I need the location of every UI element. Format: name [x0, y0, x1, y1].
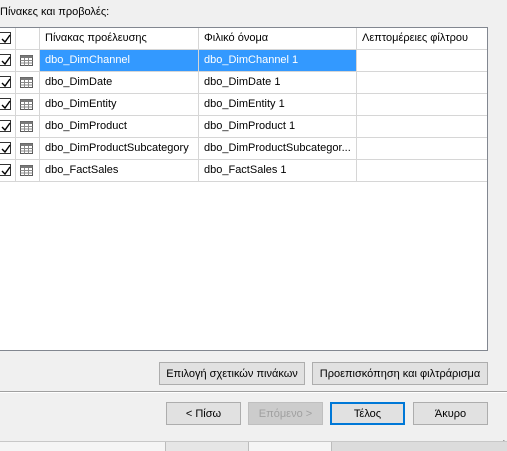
checkbox-checked-icon — [1, 34, 11, 44]
filter-details-cell[interactable] — [357, 116, 487, 138]
friendly-name-cell[interactable]: dbo_DimProductSubcategor... — [199, 138, 357, 160]
checkbox-checked-icon — [1, 78, 11, 88]
table-icon — [20, 77, 33, 88]
column-header-filter-details[interactable]: Λεπτομέρειες φίλτρου — [357, 28, 487, 50]
table-icon — [20, 99, 33, 110]
source-table-cell[interactable]: dbo_DimChannel — [40, 50, 199, 72]
friendly-name-cell[interactable]: dbo_DimDate 1 — [199, 72, 357, 94]
row-icon-cell — [16, 160, 40, 182]
table-row[interactable]: dbo_DimDate dbo_DimDate 1 — [0, 72, 487, 94]
table-row[interactable]: dbo_FactSales dbo_FactSales 1 — [0, 160, 487, 182]
row-checkbox[interactable] — [0, 76, 11, 88]
filter-details-cell[interactable] — [357, 50, 487, 72]
row-checkbox-cell[interactable] — [0, 116, 16, 138]
filter-details-cell[interactable] — [357, 160, 487, 182]
table-row[interactable]: dbo_DimProductSubcategory dbo_DimProduct… — [0, 138, 487, 160]
separator-highlight — [0, 392, 507, 393]
filter-details-cell[interactable] — [357, 94, 487, 116]
checkbox-checked-icon — [1, 122, 11, 132]
source-table-cell[interactable]: dbo_DimEntity — [40, 94, 199, 116]
row-checkbox[interactable] — [0, 120, 11, 132]
tables-grid[interactable]: Πίνακας προέλευσης Φιλικό όνομα Λεπτομέρ… — [0, 27, 488, 351]
table-icon — [20, 165, 33, 176]
source-table-cell[interactable]: dbo_FactSales — [40, 160, 199, 182]
table-row[interactable]: dbo_DimChannel dbo_DimChannel 1 — [0, 50, 487, 72]
select-all-checkbox[interactable] — [0, 32, 11, 44]
table-row[interactable]: dbo_DimProduct dbo_DimProduct 1 — [0, 116, 487, 138]
preview-and-filter-button[interactable]: Προεπισκόπηση και φιλτράρισμα — [312, 362, 488, 385]
table-icon — [20, 143, 33, 154]
row-checkbox-cell[interactable] — [0, 138, 16, 160]
row-checkbox[interactable] — [0, 142, 11, 154]
row-checkbox[interactable] — [0, 164, 11, 176]
table-row[interactable]: dbo_DimEntity dbo_DimEntity 1 — [0, 94, 487, 116]
source-table-cell[interactable]: dbo_DimProduct — [40, 116, 199, 138]
row-checkbox-cell[interactable] — [0, 72, 16, 94]
cancel-button[interactable]: Άκυρο — [413, 402, 488, 425]
source-table-cell[interactable]: dbo_DimProductSubcategory — [40, 138, 199, 160]
row-checkbox-cell[interactable] — [0, 160, 16, 182]
header-icon-cell — [16, 28, 40, 50]
checkbox-checked-icon — [1, 144, 11, 154]
row-icon-cell — [16, 94, 40, 116]
column-header-friendly-name[interactable]: Φιλικό όνομα — [199, 28, 357, 50]
finish-button[interactable]: Τέλος — [330, 402, 405, 425]
friendly-name-cell[interactable]: dbo_DimChannel 1 — [199, 50, 357, 72]
back-button[interactable]: < Πίσω — [166, 402, 241, 425]
row-icon-cell — [16, 50, 40, 72]
source-table-cell[interactable]: dbo_DimDate — [40, 72, 199, 94]
friendly-name-cell[interactable]: dbo_FactSales 1 — [199, 160, 357, 182]
row-checkbox[interactable] — [0, 98, 11, 110]
column-header-source[interactable]: Πίνακας προέλευσης — [40, 28, 199, 50]
friendly-name-cell[interactable]: dbo_DimProduct 1 — [199, 116, 357, 138]
row-checkbox[interactable] — [0, 54, 11, 66]
table-icon — [20, 55, 33, 66]
checkbox-checked-icon — [1, 166, 11, 176]
header-checkbox-cell[interactable] — [0, 28, 16, 50]
row-icon-cell — [16, 72, 40, 94]
row-icon-cell — [16, 116, 40, 138]
checkbox-checked-icon — [1, 100, 11, 110]
grid-header: Πίνακας προέλευσης Φιλικό όνομα Λεπτομέρ… — [0, 28, 487, 50]
checkbox-checked-icon — [1, 56, 11, 66]
friendly-name-cell[interactable]: dbo_DimEntity 1 — [199, 94, 357, 116]
next-button[interactable]: Επόμενο > — [248, 402, 323, 425]
row-checkbox-cell[interactable] — [0, 94, 16, 116]
section-label: Πίνακες και προβολές: — [0, 6, 110, 18]
row-checkbox-cell[interactable] — [0, 50, 16, 72]
table-icon — [20, 121, 33, 132]
select-related-tables-button[interactable]: Επιλογή σχετικών πινάκων — [159, 362, 305, 385]
row-icon-cell — [16, 138, 40, 160]
filter-details-cell[interactable] — [357, 72, 487, 94]
filter-details-cell[interactable] — [357, 138, 487, 160]
